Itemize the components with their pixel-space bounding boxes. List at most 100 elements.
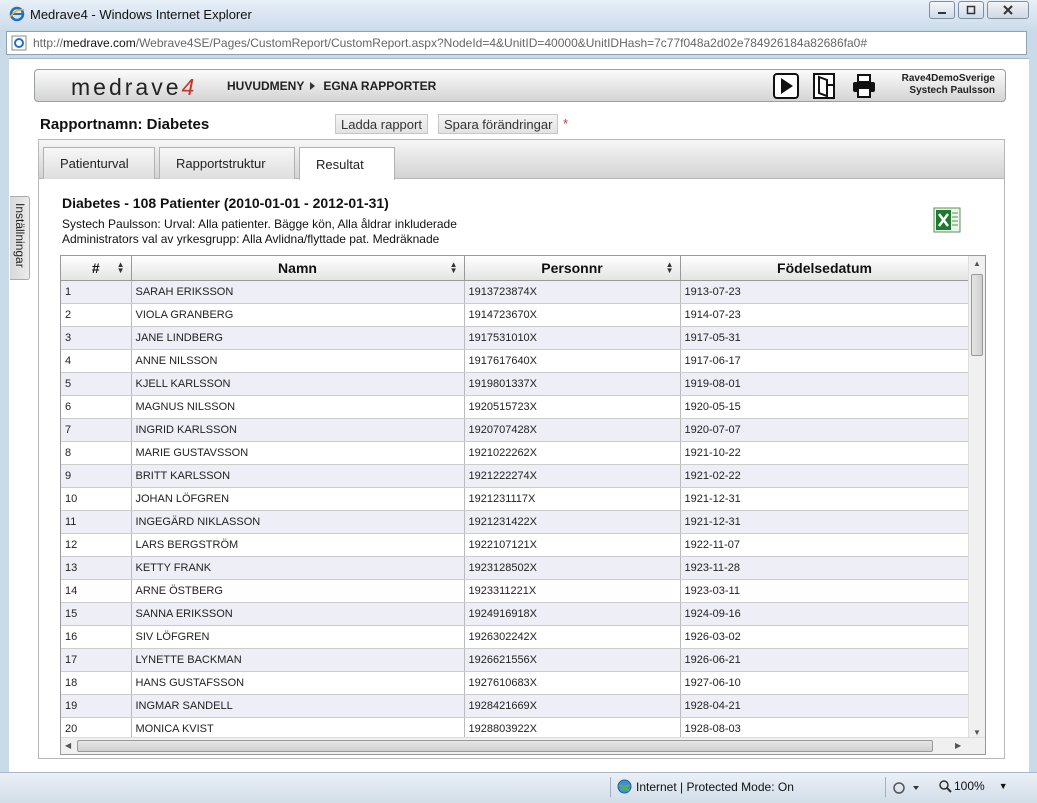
close-window-button[interactable] — [987, 1, 1029, 19]
maximize-icon — [966, 5, 976, 15]
tab-patienturval[interactable]: Patienturval — [43, 147, 155, 179]
horizontal-scrollbar[interactable]: ◀ ▶ — [61, 737, 985, 754]
cell-number: 7 — [61, 418, 132, 442]
cell-number: 5 — [61, 372, 132, 396]
table-row[interactable]: 7 INGRID KARLSSON 1920707428X 1920-07-07 — [61, 418, 970, 442]
cell-personnr: 1921231117X — [464, 487, 681, 511]
user-name: Systech Paulsson — [909, 85, 995, 96]
url-text[interactable]: http://medrave.com/Webrave4SE/Pages/Cust… — [33, 36, 867, 50]
cell-namn: BRITT KARLSSON — [131, 464, 465, 488]
scroll-down-icon[interactable]: ▼ — [973, 728, 981, 737]
cell-namn: SIV LÖFGREN — [131, 625, 465, 649]
nav-egna-rapporter[interactable]: EGNA RAPPORTER — [319, 70, 440, 101]
table-row[interactable]: 14 ARNE ÖSTBERG 1923311221X 1923-03-11 — [61, 579, 970, 603]
table-row[interactable]: 12 LARS BERGSTRÖM 1922107121X 1922-11-07 — [61, 533, 970, 557]
user-info: Rave4DemoSverige Systech Paulsson — [902, 73, 995, 97]
table-row[interactable]: 2 VIOLA GRANBERG 1914723670X 1914-07-23 — [61, 303, 970, 327]
play-icon — [773, 73, 799, 99]
cell-namn: MAGNUS NILSSON — [131, 395, 465, 419]
print-button[interactable] — [851, 73, 877, 99]
table-row[interactable]: 16 SIV LÖFGREN 1926302242X 1926-03-02 — [61, 625, 970, 649]
cell-number: 12 — [61, 533, 132, 557]
horizontal-scroll-thumb[interactable] — [77, 740, 933, 752]
tab-resultat[interactable]: Resultat — [299, 147, 395, 180]
table-row[interactable]: 5 KJELL KARLSSON 1919801337X 1919-08-01 — [61, 372, 970, 396]
cell-personnr: 1919801337X — [464, 372, 681, 396]
sort-arrows-icon: ▲ ▼ — [665, 260, 674, 275]
table-row[interactable]: 8 MARIE GUSTAVSSON 1921022262X 1921-10-22 — [61, 441, 970, 465]
cell-personnr: 1927610683X — [464, 671, 681, 695]
save-changes-button[interactable]: Spara förändringar — [438, 114, 559, 134]
cell-fodelsedatum: 1919-08-01 — [680, 372, 970, 396]
table-row[interactable]: 13 KETTY FRANK 1923128502X 1923-11-28 — [61, 556, 970, 580]
settings-side-tab-label: Inställningar — [13, 203, 27, 268]
zoom-dropdown-icon[interactable]: ▼ — [999, 781, 1008, 791]
nav-huvudmeny[interactable]: HUVUDMENY — [223, 70, 319, 101]
maximize-button[interactable] — [958, 1, 984, 19]
zoom-control[interactable]: 100% ▼ — [938, 779, 1008, 793]
cell-fodelsedatum: 1917-06-17 — [680, 349, 970, 373]
table-row[interactable]: 15 SANNA ERIKSSON 1924916918X 1924-09-16 — [61, 602, 970, 626]
cell-namn: SARAH ERIKSSON — [131, 280, 465, 304]
cell-personnr: 1913723874X — [464, 280, 681, 304]
cell-namn: JOHAN LÖFGREN — [131, 487, 465, 511]
security-zone[interactable]: Internet | Protected Mode: On — [617, 779, 794, 794]
scroll-right-icon[interactable]: ▶ — [955, 741, 961, 750]
column-header-namn-label: Namn — [278, 259, 317, 276]
table-row[interactable]: 17 LYNETTE BACKMAN 1926621556X 1926-06-21 — [61, 648, 970, 672]
privacy-report-icon[interactable] — [893, 781, 921, 795]
cell-personnr: 1921022262X — [464, 441, 681, 465]
close-icon — [1003, 5, 1013, 15]
cell-personnr: 1921222274X — [464, 464, 681, 488]
cell-number: 4 — [61, 349, 132, 373]
table-row[interactable]: 10 JOHAN LÖFGREN 1921231117X 1921-12-31 — [61, 487, 970, 511]
sort-arrows-icon: ▲ ▼ — [116, 260, 125, 275]
column-header-fodelsedatum[interactable]: Födelsedatum — [680, 256, 970, 281]
vertical-scroll-thumb[interactable] — [971, 274, 983, 356]
cell-personnr: 1921231422X — [464, 510, 681, 534]
cell-fodelsedatum: 1920-05-15 — [680, 395, 970, 419]
vertical-scrollbar[interactable]: ▲ ▼ — [968, 256, 985, 739]
medrave-logo[interactable]: medrave4 — [71, 74, 197, 101]
column-header-fodelsedatum-label: Födelsedatum — [777, 259, 872, 276]
cell-number: 11 — [61, 510, 132, 534]
scroll-left-icon[interactable]: ◀ — [65, 741, 71, 750]
table-row[interactable]: 3 JANE LINDBERG 1917531010X 1917-05-31 — [61, 326, 970, 350]
table-row[interactable]: 19 INGMAR SANDELL 1928421669X 1928-04-21 — [61, 694, 970, 718]
table-row[interactable]: 11 INGEGÄRD NIKLASSON 1921231422X 1921-12-3… — [61, 510, 970, 534]
address-bar[interactable]: http://medrave.com/Webrave4SE/Pages/Cust… — [6, 31, 1027, 55]
nav-huvudmeny-label: HUVUDMENY — [227, 78, 305, 93]
result-description: Systech Paulsson: Urval: Alla patienter.… — [62, 217, 457, 247]
exit-button[interactable] — [812, 73, 838, 99]
cell-fodelsedatum: 1920-07-07 — [680, 418, 970, 442]
table-row[interactable]: 1 SARAH ERIKSSON 1913723874X 1913-07-23 — [61, 280, 970, 304]
ie-page-icon — [11, 35, 27, 51]
cell-namn: VIOLA GRANBERG — [131, 303, 465, 327]
table-row[interactable]: 18 HANS GUSTAFSSON 1927610683X 1927-06-10 — [61, 671, 970, 695]
result-desc-line2: Administrators val av yrkesgrupp: Alla A… — [62, 232, 440, 246]
window-title: Medrave4 - Windows Internet Explorer — [30, 7, 252, 22]
excel-export-icon[interactable] — [933, 207, 961, 233]
run-report-button[interactable] — [773, 73, 799, 99]
table-row[interactable]: 6 MAGNUS NILSSON 1920515723X 1920-05-15 — [61, 395, 970, 419]
cell-personnr: 1920707428X — [464, 418, 681, 442]
result-desc-line1: Systech Paulsson: Urval: Alla patienter.… — [62, 217, 457, 231]
column-header-namn[interactable]: Namn ▲ ▼ — [131, 256, 465, 281]
column-header-personnr[interactable]: Personnr ▲ ▼ — [464, 256, 681, 281]
cell-namn: JANE LINDBERG — [131, 326, 465, 350]
tab-rapportstruktur[interactable]: Rapportstruktur — [159, 147, 295, 179]
cell-namn: ARNE ÖSTBERG — [131, 579, 465, 603]
table-row[interactable]: 9 BRITT KARLSSON 1921222274X 1921-02-22 — [61, 464, 970, 488]
cell-namn: ANNE NILSSON — [131, 349, 465, 373]
tab-bar: Patienturval Rapportstruktur Resultat — [39, 140, 1004, 180]
column-header-number[interactable]: # ▲ ▼ — [61, 256, 132, 281]
cell-fodelsedatum: 1927-06-10 — [680, 671, 970, 695]
tab-rapportstruktur-label: Rapportstruktur — [176, 156, 266, 171]
minimize-button[interactable] — [929, 1, 955, 19]
load-report-button[interactable]: Ladda rapport — [335, 114, 428, 134]
arrow-right-icon — [310, 81, 316, 90]
settings-side-tab[interactable]: Inställningar — [10, 196, 30, 280]
scroll-up-icon[interactable]: ▲ — [973, 259, 981, 268]
table-row[interactable]: 4 ANNE NILSSON 1917617640X 1917-06-17 — [61, 349, 970, 373]
table-rows: 1 SARAH ERIKSSON 1913723874X 1913-07-23 2 VIO… — [61, 280, 970, 741]
